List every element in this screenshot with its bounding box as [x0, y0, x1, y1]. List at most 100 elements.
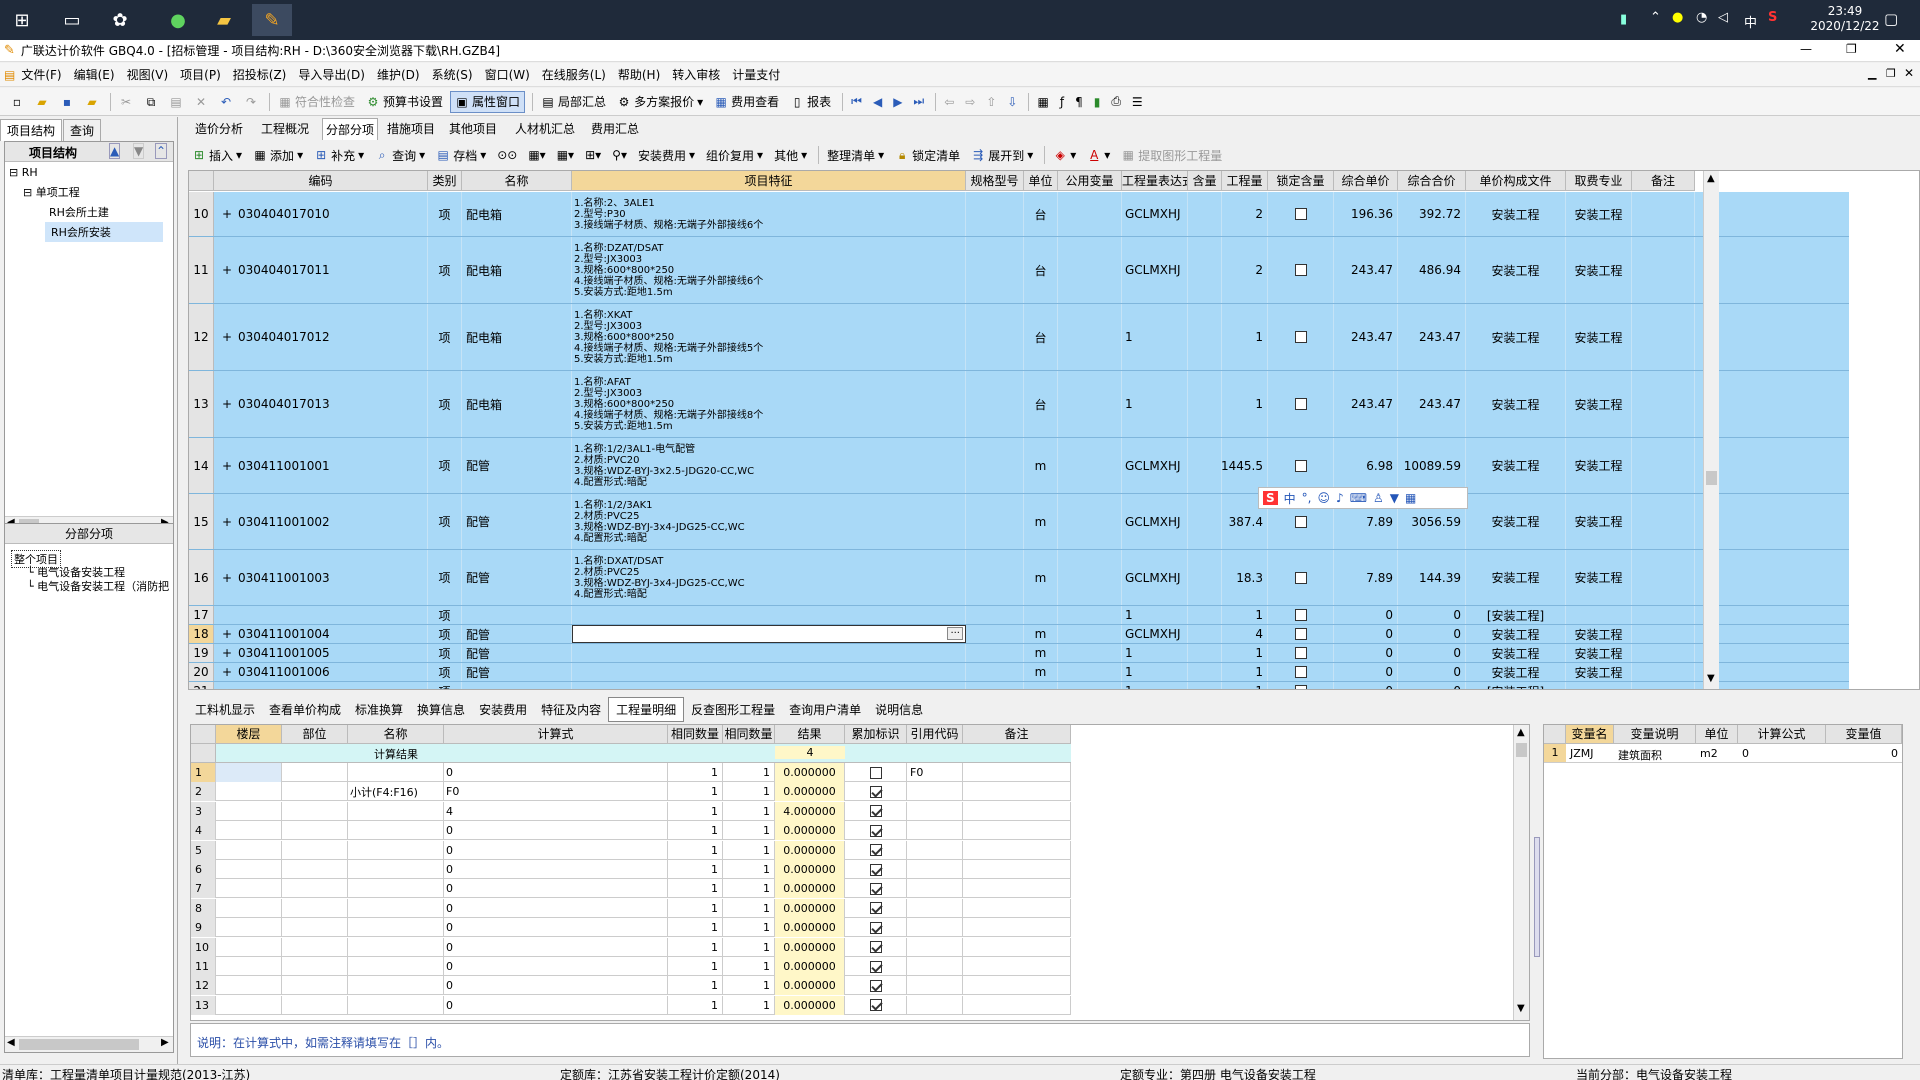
cell-result[interactable]: 0.000000 [775, 840, 845, 860]
filter-icon[interactable]: ⚲▾ [608, 144, 631, 166]
row-number[interactable]: 1 [191, 763, 216, 782]
cell-result[interactable]: 0.000000 [775, 879, 845, 899]
cell-remark[interactable] [1632, 682, 1695, 689]
cell-same-qty1[interactable]: 1 [668, 957, 723, 976]
cell-price-file[interactable]: 安装工程 [1466, 192, 1566, 236]
cell-unit[interactable]: 台 [1024, 237, 1058, 303]
open-icon[interactable]: ▰ [31, 91, 53, 113]
calc-row[interactable]: 1 0 1 1 0.000000 F0 [191, 763, 1071, 782]
col-type[interactable]: 类别 [428, 171, 462, 191]
cell-ref-code[interactable] [907, 821, 963, 841]
row-number[interactable]: 19 [189, 644, 214, 662]
insert-button[interactable]: ⊞ 插入 ▾ [188, 144, 246, 166]
cell-total-price[interactable]: 392.72 [1398, 192, 1466, 236]
cell-quantity-expr[interactable]: GCLMXHJ [1122, 438, 1188, 493]
cell-quantity[interactable]: 1 [1222, 606, 1268, 624]
scroll-up-icon[interactable]: ▲ [1707, 173, 1715, 184]
cell-price-file[interactable]: 安装工程 [1466, 494, 1566, 549]
cell-calc-name[interactable] [348, 801, 444, 821]
lock-checkbox[interactable] [1294, 331, 1307, 343]
calc-row[interactable]: 7 0 1 1 0.000000 [191, 879, 1071, 899]
cell-quantity[interactable]: 18.3 [1222, 550, 1268, 605]
cell-spec[interactable] [966, 494, 1024, 549]
cell-ref-code[interactable] [907, 782, 963, 802]
network-icon[interactable]: ◔ [1696, 10, 1707, 25]
move-right-icon[interactable]: ⇨ [961, 91, 979, 113]
cell-unit[interactable]: m [1024, 438, 1058, 493]
cell-lock-content[interactable] [1268, 192, 1334, 236]
col-result[interactable]: 结果 [775, 725, 845, 744]
accumulate-checkbox[interactable] [869, 902, 882, 915]
cell-result[interactable]: 0.000000 [775, 957, 845, 976]
cell-unit-price[interactable]: 196.36 [1334, 192, 1398, 236]
row-number[interactable]: 2 [191, 782, 216, 802]
cell-unit[interactable]: 台 [1024, 192, 1058, 236]
row-number[interactable]: 14 [189, 438, 214, 493]
cell-name[interactable] [462, 682, 572, 689]
cell-type[interactable]: 项 [428, 371, 462, 437]
expand-icon[interactable]: + [222, 646, 232, 660]
print-icon[interactable]: ⎙ [1107, 91, 1125, 113]
cell-same-qty1[interactable]: 1 [668, 763, 723, 782]
organize-list-button[interactable]: 整理清单 ▾ [823, 144, 888, 166]
calc-row[interactable]: 10 0 1 1 0.000000 [191, 937, 1071, 957]
cell-lock-content[interactable] [1268, 438, 1334, 493]
cell-quantity[interactable]: 4 [1222, 625, 1268, 643]
cell-ref-code[interactable] [907, 937, 963, 957]
cell-fee-specialty[interactable]: 安装工程 [1566, 438, 1632, 493]
cell-spec[interactable] [966, 438, 1024, 493]
cell-shared-var[interactable] [1058, 606, 1122, 624]
cell-ref-code[interactable]: F0 [907, 763, 963, 782]
cell-calc-name[interactable]: 小计(F4:F16) [348, 782, 444, 802]
cell-lock-content[interactable] [1268, 606, 1334, 624]
cell-spec[interactable] [966, 644, 1024, 662]
row-number[interactable]: 3 [191, 801, 216, 821]
cell-ref-code[interactable] [907, 918, 963, 938]
cell-same-qty1[interactable]: 1 [668, 782, 723, 802]
mdi-minimize-icon[interactable]: ▁ [1868, 67, 1876, 80]
fee-view-button[interactable]: ▦ 费用查看 [710, 91, 783, 113]
cell-quantity-expr[interactable]: GCLMXHJ [1122, 550, 1188, 605]
cell-accumulate[interactable] [845, 937, 907, 957]
expand-icon[interactable]: + [222, 397, 232, 411]
cell-part[interactable] [282, 976, 348, 996]
col-var-desc[interactable]: 变量说明 [1614, 725, 1696, 744]
cell-code[interactable]: +030411001004 [214, 625, 428, 643]
cell-feature[interactable] [572, 663, 966, 681]
cell-result[interactable]: 4.000000 [775, 801, 845, 821]
accumulate-checkbox[interactable] [869, 766, 882, 779]
scroll-left-icon[interactable]: ◀ [7, 1037, 15, 1048]
cell-accumulate[interactable] [845, 879, 907, 899]
install-fee-button[interactable]: 安装费用 ▾ [634, 144, 699, 166]
restore-icon[interactable]: ❐ [1846, 42, 1857, 56]
cell-quantity[interactable]: 1 [1222, 644, 1268, 662]
extract-quantity-button[interactable]: ▦ 提取图形工程量 [1117, 144, 1226, 166]
cell-calc-name[interactable] [348, 840, 444, 860]
calc-vscrollbar[interactable]: ▲ ▼ [1513, 725, 1529, 1020]
cell-floor[interactable] [216, 957, 282, 976]
cell-floor[interactable] [216, 898, 282, 918]
binoculars-icon[interactable]: ⊙⊙ [493, 144, 521, 166]
cell-name[interactable] [462, 606, 572, 624]
menu-system[interactable]: 系统(S) [426, 66, 479, 83]
cell-fee-specialty[interactable]: 安装工程 [1566, 550, 1632, 605]
lock-checkbox[interactable] [1294, 208, 1307, 220]
cell-same-qty1[interactable]: 1 [668, 840, 723, 860]
cell-type[interactable]: 项 [428, 550, 462, 605]
gbq-app-icon[interactable]: ✎ [252, 4, 292, 36]
cell-total-price[interactable]: 0 [1398, 625, 1466, 643]
row-number[interactable]: 9 [191, 918, 216, 938]
close-icon[interactable]: ✕ [1894, 41, 1906, 57]
cell-lock-content[interactable] [1268, 237, 1334, 303]
menu-edit[interactable]: 编辑(E) [68, 66, 121, 83]
cell-part[interactable] [282, 860, 348, 879]
var-row[interactable]: 1 JZMJ 建筑面积 m2 0 0 [1544, 744, 1902, 763]
cell-remark[interactable] [1632, 625, 1695, 643]
cell-fee-specialty[interactable] [1566, 606, 1632, 624]
calc-row[interactable]: 12 0 1 1 0.000000 [191, 976, 1071, 996]
lock-checkbox[interactable] [1294, 666, 1307, 678]
ime-skin-icon[interactable]: ▼ [1390, 491, 1399, 505]
cell-total-price[interactable]: 0 [1398, 644, 1466, 662]
cell-same-qty2[interactable]: 1 [723, 898, 775, 918]
tab-items[interactable]: 分部分项 [322, 118, 379, 140]
